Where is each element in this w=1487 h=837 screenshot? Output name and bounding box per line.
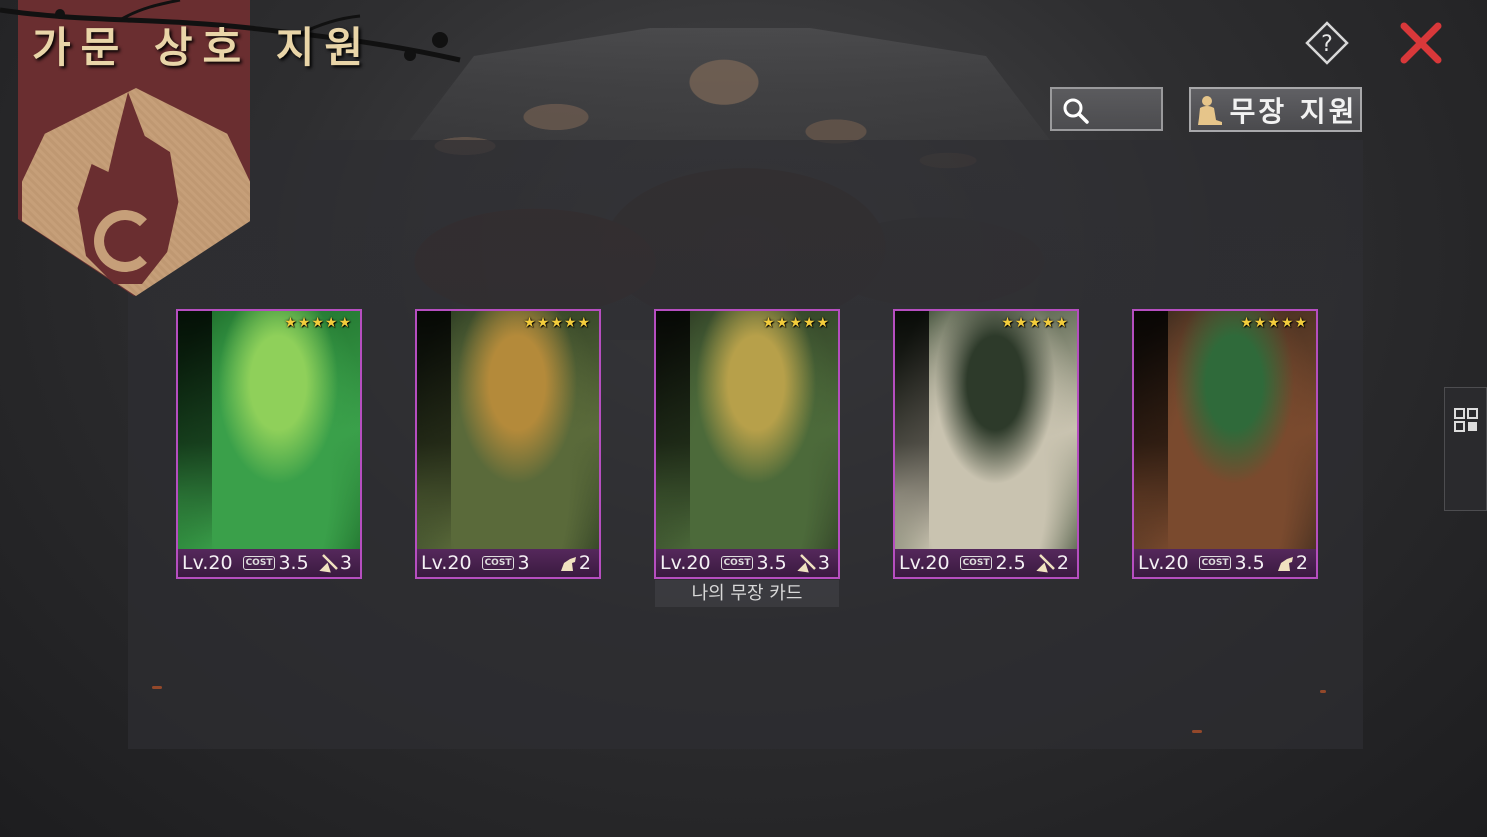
cost-icon: COST — [720, 556, 754, 570]
cost-icon: COST — [1198, 556, 1232, 570]
spearman-icon — [1036, 554, 1055, 573]
card-info-bar: Lv.20 COST 2.5 2 — [895, 549, 1077, 577]
ember-decoration — [1320, 690, 1326, 693]
help-icon: ? — [1305, 21, 1349, 65]
star-rating: ★★★★★ — [284, 315, 352, 331]
close-button[interactable] — [1398, 22, 1444, 64]
card-info-bar: Lv.20 COST 3.5 3 — [178, 549, 360, 577]
my-card-label: 나의 무장 카드 — [655, 580, 839, 607]
swirl-emblem-icon — [94, 210, 156, 272]
card-shade — [417, 311, 451, 551]
unit-count: 3 — [339, 552, 352, 574]
kneeling-general-icon — [1197, 95, 1222, 125]
card-info-bar: Lv.20 COST 3.5 3 — [656, 549, 838, 577]
card-cost: 3 — [517, 552, 530, 574]
unit-count: 3 — [817, 552, 830, 574]
cavalry-icon — [1277, 557, 1293, 571]
general-card[interactable]: ★★★★★ Lv.20 COST 3.5 2 — [1132, 309, 1318, 579]
search-icon — [1063, 98, 1089, 124]
spearman-icon — [797, 554, 816, 573]
cost-icon: COST — [242, 556, 276, 570]
page-title: 가문 상호 지원 — [32, 23, 374, 72]
unit-count: 2 — [1295, 552, 1308, 574]
card-cost: 3.5 — [278, 552, 309, 574]
card-level: Lv.20 — [182, 552, 233, 574]
grid-icon — [1454, 408, 1478, 432]
cost-icon: COST — [959, 556, 993, 570]
search-input[interactable] — [1096, 95, 1162, 125]
general-card[interactable]: ★★★★★ Lv.20 COST 3 2 — [415, 309, 601, 579]
spearman-icon — [319, 554, 338, 573]
unit-count: 2 — [578, 552, 591, 574]
close-icon — [1400, 22, 1442, 64]
search-box[interactable] — [1050, 87, 1163, 131]
card-info-bar: Lv.20 COST 3 2 — [417, 549, 599, 577]
general-support-label: 무장 지원 — [1229, 94, 1358, 128]
general-card[interactable]: ★★★★★ Lv.20 COST 3.5 3 — [654, 309, 840, 579]
card-cost: 2.5 — [995, 552, 1026, 574]
svg-text:?: ? — [1321, 32, 1333, 57]
card-level: Lv.20 — [899, 552, 950, 574]
star-rating: ★★★★★ — [1001, 315, 1069, 331]
cavalry-icon — [560, 557, 576, 571]
ember-decoration — [1192, 730, 1202, 733]
card-level: Lv.20 — [421, 552, 472, 574]
general-card[interactable]: ★★★★★ Lv.20 COST 2.5 2 — [893, 309, 1079, 579]
star-rating: ★★★★★ — [762, 315, 830, 331]
general-support-button[interactable]: 무장 지원 — [1189, 87, 1362, 132]
star-rating: ★★★★★ — [523, 315, 591, 331]
ember-decoration — [152, 686, 162, 689]
card-cost: 3.5 — [756, 552, 787, 574]
general-card[interactable]: ★★★★★ Lv.20 COST 3.5 3 — [176, 309, 362, 579]
help-button[interactable]: ? — [1305, 21, 1349, 65]
card-shade — [1134, 311, 1168, 551]
card-level: Lv.20 — [1138, 552, 1189, 574]
card-cost: 3.5 — [1234, 552, 1265, 574]
side-grid-tab[interactable] — [1444, 387, 1487, 511]
unit-count: 2 — [1056, 552, 1069, 574]
star-rating: ★★★★★ — [1240, 315, 1308, 331]
card-info-bar: Lv.20 COST 3.5 2 — [1134, 549, 1316, 577]
card-shade — [178, 311, 212, 551]
card-shade — [895, 311, 929, 551]
card-shade — [656, 311, 690, 551]
cost-icon: COST — [481, 556, 515, 570]
card-level: Lv.20 — [660, 552, 711, 574]
